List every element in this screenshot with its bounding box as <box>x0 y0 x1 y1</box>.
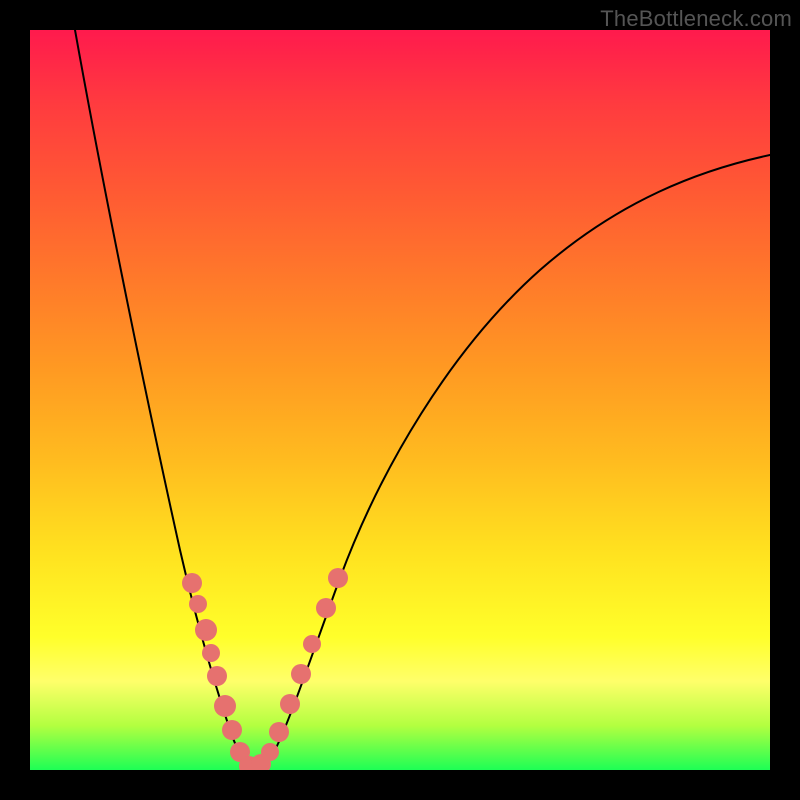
bead <box>207 666 227 686</box>
bead <box>280 694 300 714</box>
bead <box>328 568 348 588</box>
bead <box>316 598 336 618</box>
bead <box>261 743 279 761</box>
left-beads <box>182 573 259 770</box>
watermark-text: TheBottleneck.com <box>600 6 792 32</box>
plot-area <box>30 30 770 770</box>
bead <box>189 595 207 613</box>
bead <box>202 644 220 662</box>
bead <box>195 619 217 641</box>
bead <box>303 635 321 653</box>
left-branch-curve <box>75 30 249 768</box>
right-branch-curve <box>249 155 770 769</box>
bead <box>269 722 289 742</box>
bead <box>222 720 242 740</box>
bead <box>291 664 311 684</box>
chart-frame: TheBottleneck.com <box>0 0 800 800</box>
curve-layer <box>30 30 770 770</box>
bead <box>182 573 202 593</box>
bead <box>214 695 236 717</box>
